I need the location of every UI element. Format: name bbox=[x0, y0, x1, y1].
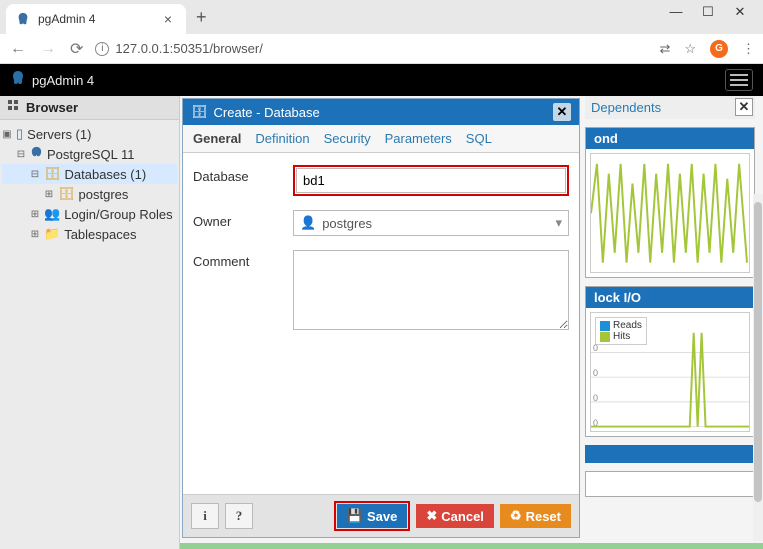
owner-value: postgres bbox=[322, 216, 372, 231]
servers-icon: ▯ bbox=[16, 126, 23, 142]
expander-icon[interactable]: ⊟ bbox=[30, 169, 40, 180]
browser-panel-title: Browser bbox=[26, 100, 78, 115]
hamburger-menu-icon[interactable] bbox=[725, 69, 753, 91]
panel-ond-chart bbox=[590, 153, 750, 273]
tab-general[interactable]: General bbox=[193, 131, 241, 146]
panel-blockio: lock I/O Reads Hits 0 0 0 0 bbox=[585, 286, 755, 437]
window-minimize-icon[interactable]: — bbox=[669, 4, 683, 20]
vertical-scrollbar[interactable] bbox=[753, 194, 763, 541]
pgadmin-header: pgAdmin 4 bbox=[0, 64, 763, 96]
field-comment: Comment bbox=[193, 250, 569, 333]
label-comment: Comment bbox=[193, 250, 293, 269]
expander-icon[interactable]: ⊞ bbox=[30, 209, 40, 220]
tree-servers[interactable]: ▣ ▯ Servers (1) bbox=[2, 124, 177, 144]
dialog-tabs: General Definition Security Parameters S… bbox=[183, 125, 579, 153]
dashboard-tabs-row: Dependents ✕ bbox=[585, 96, 755, 119]
browser-address-bar: ← → ⟳ i 127.0.0.1:50351/browser/ ⇄ ☆ G ⋮ bbox=[0, 34, 763, 64]
user-icon: 👤 bbox=[300, 215, 316, 231]
panel-ond-title: ond bbox=[586, 128, 754, 149]
url-text: 127.0.0.1:50351/browser/ bbox=[115, 41, 262, 56]
site-info-icon[interactable]: i bbox=[95, 42, 109, 56]
panel-blockio-title: lock I/O bbox=[586, 287, 754, 308]
tab-title: pgAdmin 4 bbox=[38, 12, 95, 26]
window-close-icon[interactable]: ✕ bbox=[733, 4, 747, 20]
expander-icon[interactable]: ⊞ bbox=[30, 229, 40, 240]
tree-databases[interactable]: ⊟ 🗄 Databases (1) bbox=[2, 164, 177, 184]
dialog-footer: i ? 💾 Save ✖ Cancel ♻ Reset bbox=[183, 494, 579, 537]
info-button[interactable]: i bbox=[191, 503, 219, 529]
database-icon: 🗄 bbox=[191, 104, 208, 120]
tab-sql[interactable]: SQL bbox=[466, 131, 492, 146]
window-maximize-icon[interactable]: ☐ bbox=[701, 4, 715, 20]
panel-ond: ond bbox=[585, 127, 755, 278]
comment-textarea[interactable] bbox=[293, 250, 569, 330]
tab-security[interactable]: Security bbox=[324, 131, 371, 146]
browser-panel-header: Browser bbox=[0, 96, 179, 120]
save-icon: 💾 bbox=[347, 508, 363, 524]
cancel-button[interactable]: ✖ Cancel bbox=[416, 504, 494, 528]
dialog-title: Create - Database bbox=[214, 105, 320, 120]
tablespace-icon: 📁 bbox=[44, 226, 60, 242]
browser-tab[interactable]: pgAdmin 4 × bbox=[6, 4, 186, 34]
close-icon: ✖ bbox=[426, 508, 437, 524]
nav-forward-icon[interactable]: → bbox=[38, 40, 58, 58]
pgadmin-logo-icon bbox=[10, 70, 26, 91]
panel-blue-strip bbox=[585, 445, 755, 463]
dialog-body: Database Owner 👤 postgres ▾ Comment bbox=[183, 153, 579, 494]
expander-icon[interactable]: ▣ bbox=[2, 129, 12, 140]
owner-select[interactable]: 👤 postgres ▾ bbox=[293, 210, 569, 236]
panel-close-icon[interactable]: ✕ bbox=[735, 98, 753, 116]
pgadmin-title: pgAdmin 4 bbox=[32, 73, 94, 88]
help-button[interactable]: ? bbox=[225, 503, 253, 529]
reset-button[interactable]: ♻ Reset bbox=[500, 504, 571, 528]
new-tab-button[interactable]: + bbox=[186, 7, 217, 28]
label-database: Database bbox=[193, 165, 293, 184]
nav-back-icon[interactable]: ← bbox=[8, 40, 28, 58]
elephant-icon bbox=[30, 146, 43, 162]
tree-tablespaces[interactable]: ⊞ 📁 Tablespaces bbox=[2, 224, 177, 244]
chrome-menu-icon[interactable]: ⋮ bbox=[742, 41, 755, 57]
dashboard-panels: Dependents ✕ ond lock I/O Reads Hits bbox=[585, 96, 755, 497]
browser-sidebar: Browser ▣ ▯ Servers (1) ⊟ PostgreSQL 11 … bbox=[0, 96, 180, 549]
save-button[interactable]: 💾 Save bbox=[337, 504, 408, 528]
tab-close-icon[interactable]: × bbox=[160, 11, 176, 27]
roles-icon: 👥 bbox=[44, 206, 60, 222]
dialog-titlebar[interactable]: 🗄 Create - Database ✕ bbox=[183, 99, 579, 125]
caret-down-icon: ▾ bbox=[555, 215, 562, 231]
bookmark-star-icon[interactable]: ☆ bbox=[684, 41, 696, 57]
recycle-icon: ♻ bbox=[510, 508, 522, 524]
profile-avatar[interactable]: G bbox=[710, 40, 728, 58]
browser-tree-icon bbox=[8, 100, 20, 115]
database-icon: 🗄 bbox=[58, 186, 75, 202]
server-tree: ▣ ▯ Servers (1) ⊟ PostgreSQL 11 ⊟ 🗄 Data… bbox=[0, 120, 179, 248]
tab-definition[interactable]: Definition bbox=[255, 131, 309, 146]
url-box[interactable]: i 127.0.0.1:50351/browser/ bbox=[95, 41, 649, 56]
panel-blockio-chart: Reads Hits 0 0 0 0 bbox=[590, 312, 750, 432]
bottom-green-strip bbox=[180, 543, 763, 549]
database-name-input[interactable] bbox=[296, 168, 566, 193]
expander-icon[interactable]: ⊞ bbox=[44, 189, 54, 200]
tree-pg11[interactable]: ⊟ PostgreSQL 11 bbox=[2, 144, 177, 164]
tab-parameters[interactable]: Parameters bbox=[385, 131, 452, 146]
tree-roles[interactable]: ⊞ 👥 Login/Group Roles bbox=[2, 204, 177, 224]
browser-titlebar: pgAdmin 4 × + — ☐ ✕ bbox=[0, 0, 763, 34]
field-database: Database bbox=[193, 165, 569, 196]
database-icon: 🗄 bbox=[44, 166, 61, 182]
create-database-dialog: 🗄 Create - Database ✕ General Definition… bbox=[182, 98, 580, 538]
expander-icon[interactable]: ⊟ bbox=[16, 149, 26, 160]
dashboard-search-input[interactable] bbox=[585, 471, 755, 497]
pgadmin-favicon bbox=[16, 12, 30, 26]
tab-dependents[interactable]: Dependents bbox=[591, 100, 661, 115]
nav-reload-icon[interactable]: ⟳ bbox=[68, 39, 85, 59]
dialog-close-icon[interactable]: ✕ bbox=[553, 103, 571, 121]
translate-icon[interactable]: ⇄ bbox=[659, 41, 670, 57]
window-controls: — ☐ ✕ bbox=[669, 0, 763, 20]
field-owner: Owner 👤 postgres ▾ bbox=[193, 210, 569, 236]
tree-db-postgres[interactable]: ⊞ 🗄 postgres bbox=[2, 184, 177, 204]
label-owner: Owner bbox=[193, 210, 293, 229]
